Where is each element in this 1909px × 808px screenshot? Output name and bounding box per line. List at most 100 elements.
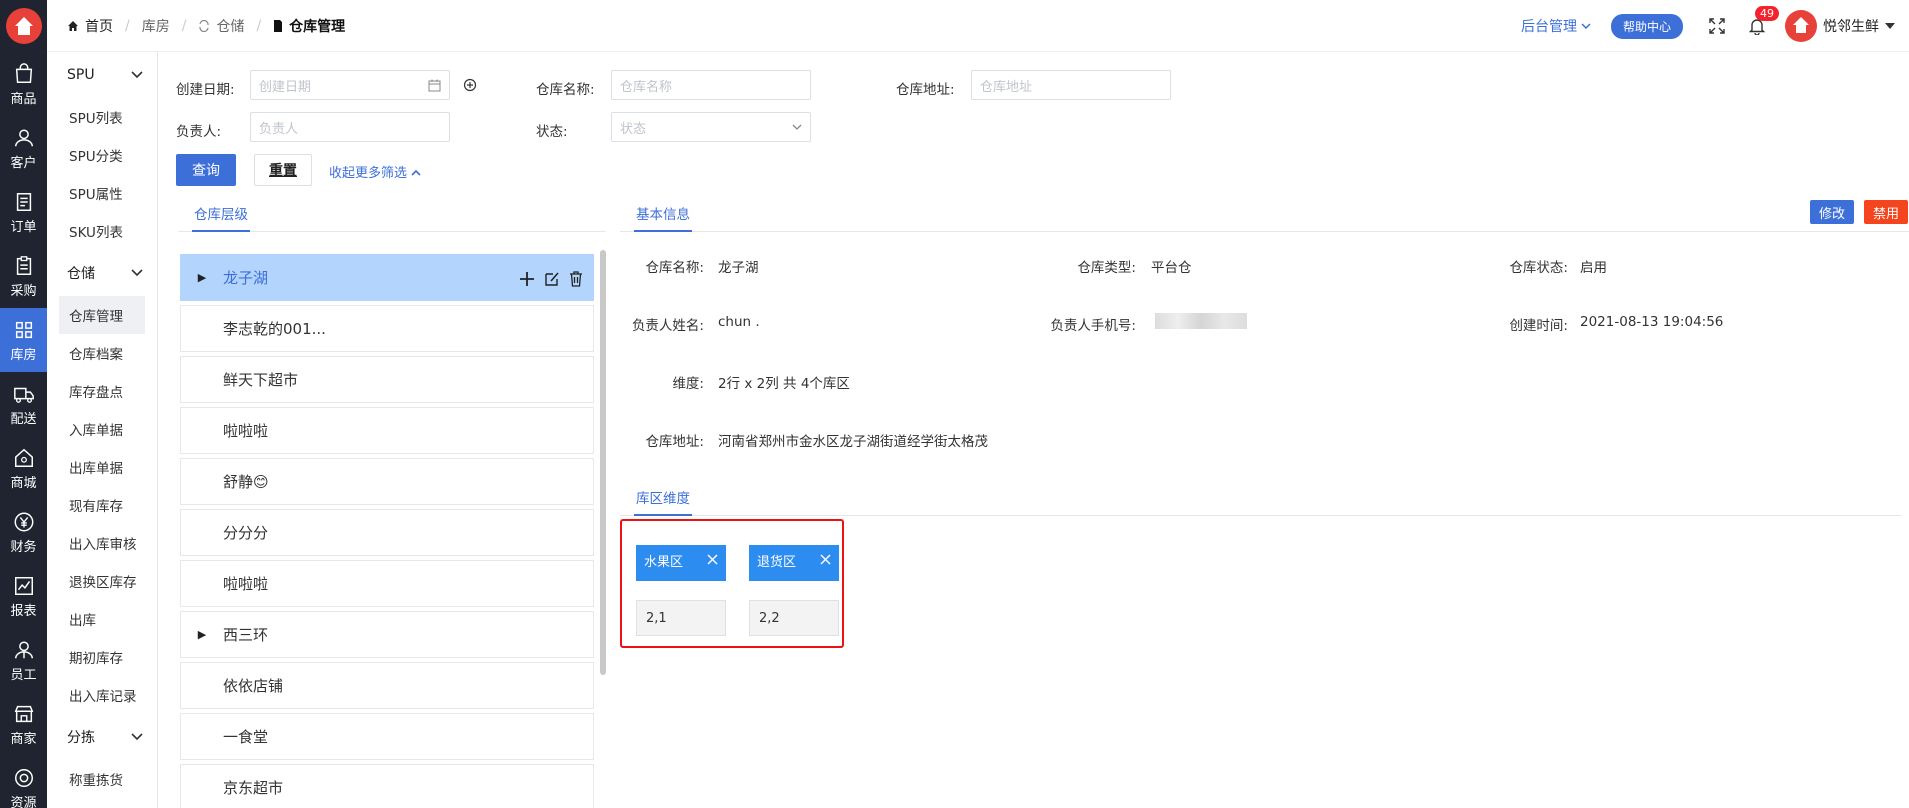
warehouse-address-input[interactable]: 仓库地址: [971, 70, 1171, 100]
submenu-item[interactable]: 仓库档案: [59, 334, 145, 372]
app-root: 商品 客户 订单 采购 库房 配送 商城 财务 报表 员工 商家 资源 SPU SPU列表 SPU分类 SP…: [0, 0, 1909, 808]
notification-button[interactable]: 49: [1745, 6, 1779, 38]
zone-coordinate-input[interactable]: 2,1: [636, 600, 726, 636]
user-name: 悦邻生鲜: [1823, 19, 1879, 35]
submenu-group-1[interactable]: 仓储: [47, 250, 157, 296]
submenu-item[interactable]: 出入库审核: [59, 524, 145, 562]
submenu-item[interactable]: SPU列表: [59, 98, 145, 136]
tab-basic-info[interactable]: 基本信息: [634, 200, 692, 232]
rail-item-warehouse[interactable]: 库房: [0, 308, 47, 372]
rail-item-settings[interactable]: 资源: [0, 756, 47, 808]
tree-node[interactable]: 一食堂: [180, 713, 594, 760]
rail-item-clipboard[interactable]: 采购: [0, 244, 47, 308]
home-icon: [68, 20, 78, 31]
add-node-icon[interactable]: [519, 271, 535, 287]
add-circle-icon[interactable]: [463, 78, 477, 92]
breadcrumb-level2[interactable]: 仓储: [198, 16, 244, 36]
tree-node[interactable]: 京东超市: [180, 764, 594, 808]
rail-item-user[interactable]: 客户: [0, 116, 47, 180]
date-input[interactable]: 创建日期: [250, 70, 450, 100]
fullscreen-button[interactable]: [1705, 14, 1729, 38]
tree-node[interactable]: 舒静😊: [180, 458, 594, 505]
rail-item-home[interactable]: 商城: [0, 436, 47, 500]
submenu-item[interactable]: SKU列表: [59, 212, 145, 250]
document-icon: [274, 19, 283, 32]
app-logo[interactable]: [0, 0, 47, 52]
edit-button[interactable]: 修改: [1810, 200, 1854, 224]
zone-coordinate-input[interactable]: 2,2: [749, 600, 839, 636]
warehouse-tree: ▶ 龙子湖 李志乾的001... 鲜天下超市 啦啦啦 舒静😊 分分分 啦啦啦 ▶ 西三环 依依店铺一…: [178, 250, 606, 808]
rail-item-chart[interactable]: 报表: [0, 564, 47, 628]
header-right: 后台管理 帮助中心 49 悦邻生鲜: [1521, 0, 1909, 52]
owner-input[interactable]: 负责人: [250, 112, 450, 142]
query-button[interactable]: 查询: [176, 154, 236, 186]
tree-node[interactable]: ▶ 西三环: [180, 611, 594, 658]
admin-dropdown[interactable]: 后台管理: [1521, 16, 1591, 36]
owner-label: 负责人:: [176, 124, 222, 140]
submenu-item[interactable]: SPU属性: [59, 174, 145, 212]
disable-button[interactable]: 禁用: [1864, 200, 1908, 224]
close-icon[interactable]: [707, 554, 718, 565]
detail-owner-label: 负责人姓名:: [631, 318, 704, 334]
rail-item-bag[interactable]: 商品: [0, 52, 47, 116]
submenu-item[interactable]: 库存盘点: [59, 372, 145, 410]
owner-placeholder: 负责人: [259, 121, 299, 137]
detail-owner-value: chun .: [718, 314, 760, 330]
tab-warehouse-hierarchy[interactable]: 仓库层级: [192, 200, 250, 232]
rail-item-yen[interactable]: 财务: [0, 500, 47, 564]
breadcrumb-home[interactable]: 首页: [67, 16, 113, 36]
submenu-item[interactable]: 出库: [59, 600, 145, 638]
submenu-item[interactable]: 退换区库存: [59, 562, 145, 600]
detail-created-label: 创建时间:: [1509, 318, 1568, 334]
submenu-group-2[interactable]: 分拣: [47, 714, 157, 760]
rail-item-order[interactable]: 订单: [0, 180, 47, 244]
detail-address-label: 仓库地址:: [645, 434, 704, 450]
breadcrumb: 首页 / 库房 / 仓储 / 仓库管理: [67, 16, 345, 36]
tree-node[interactable]: 啦啦啦: [180, 560, 594, 607]
logo-icon: [5, 8, 42, 44]
tree-node[interactable]: 分分分: [180, 509, 594, 556]
submenu-item[interactable]: 仓库管理: [59, 296, 145, 334]
submenu-item[interactable]: 现有库存: [59, 486, 145, 524]
expand-arrow-icon[interactable]: ▶: [181, 628, 223, 641]
zone-tag[interactable]: 退货区: [749, 545, 839, 581]
submenu-item[interactable]: 期初库存: [59, 638, 145, 676]
help-center-button[interactable]: 帮助中心: [1610, 13, 1683, 39]
edit-node-icon[interactable]: [544, 271, 560, 287]
collapse-filters-link[interactable]: 收起更多筛选: [329, 162, 421, 181]
submenu-item[interactable]: 称重拣货: [59, 760, 145, 798]
expand-arrow-icon[interactable]: ▶: [181, 271, 223, 284]
status-select[interactable]: 状态: [611, 112, 811, 142]
submenu-item[interactable]: 入库单据: [59, 410, 145, 448]
tree-node[interactable]: ▶ 龙子湖: [180, 254, 594, 301]
tree-node[interactable]: 啦啦啦: [180, 407, 594, 454]
breadcrumb-current-label: 仓库管理: [289, 18, 346, 35]
delete-node-icon[interactable]: [569, 270, 583, 287]
date-placeholder: 创建日期: [259, 79, 312, 95]
settings-icon: [12, 766, 36, 790]
submenu-item[interactable]: SPU分类: [59, 136, 145, 174]
breadcrumb-level1[interactable]: 库房: [142, 16, 170, 36]
reset-button[interactable]: 重置: [254, 154, 312, 186]
submenu-group-0[interactable]: SPU: [47, 52, 157, 98]
rail-items: 商品客户订单 采购 库房 配送 商城 财务 报表 员工 商家 资源: [0, 52, 47, 808]
rail-item-label: 客户: [10, 155, 37, 171]
tree-node[interactable]: 鲜天下超市: [180, 356, 594, 403]
tree-node[interactable]: 依依店铺: [180, 662, 594, 709]
close-icon[interactable]: [820, 554, 831, 565]
tree-scrollbar[interactable]: [600, 250, 606, 675]
yen-icon: [12, 510, 36, 534]
user-menu[interactable]: 悦邻生鲜: [1785, 10, 1895, 42]
refresh-icon: [199, 19, 210, 32]
rail-item-staff[interactable]: 员工: [0, 628, 47, 692]
tab-zone-dimension[interactable]: 库区维度: [634, 484, 692, 516]
rail-item-truck[interactable]: 配送: [0, 372, 47, 436]
tree-node[interactable]: 李志乾的001...: [180, 305, 594, 352]
rail-item-shop[interactable]: 商家: [0, 692, 47, 756]
submenu-item[interactable]: 出入库记录: [59, 676, 145, 714]
breadcrumb-level2-label: 仓储: [216, 18, 245, 35]
warehouse-name-input[interactable]: 仓库名称: [611, 70, 811, 100]
submenu-group-label: 分拣: [67, 730, 95, 746]
submenu-item[interactable]: 出库单据: [59, 448, 145, 486]
zone-tag[interactable]: 水果区: [636, 545, 726, 581]
